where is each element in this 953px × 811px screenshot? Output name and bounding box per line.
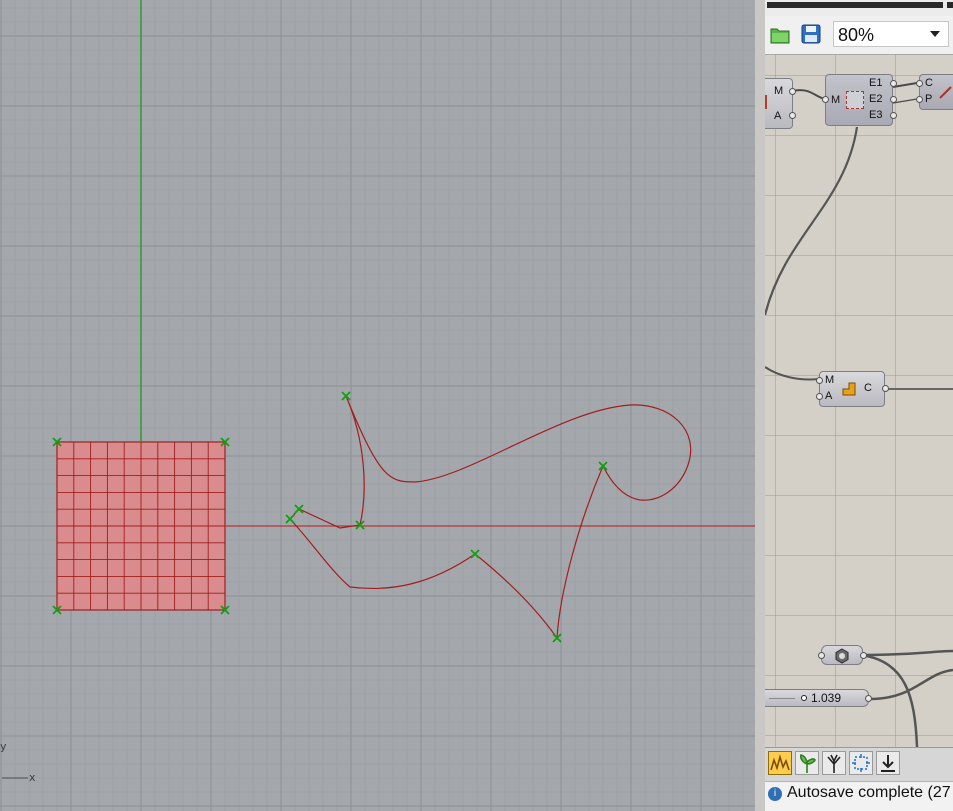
download-icon[interactable] xyxy=(876,751,900,775)
grasshopper-canvas[interactable]: M A M E1 E2 E3 C P M A C 1.039 xyxy=(765,55,953,747)
canvas-toolbar: 80% xyxy=(765,16,953,55)
hexagon-nut-icon xyxy=(835,648,849,664)
input-port-m[interactable]: M xyxy=(831,94,840,106)
error-marker xyxy=(765,95,767,109)
number-slider[interactable]: 1.039 xyxy=(765,689,872,707)
output-port-e2[interactable]: E2 xyxy=(869,93,882,105)
param-component[interactable] xyxy=(818,645,867,665)
output-port-e1[interactable]: E1 xyxy=(869,77,882,89)
component-tabstrip[interactable] xyxy=(765,0,953,16)
control-point-marker[interactable] xyxy=(285,514,295,524)
explode-component[interactable]: M E1 E2 E3 xyxy=(822,74,897,126)
partial-component[interactable]: C P xyxy=(916,74,953,110)
input-grip[interactable] xyxy=(916,96,923,103)
slider-track[interactable] xyxy=(769,698,795,699)
output-port-c[interactable]: C xyxy=(864,382,872,394)
rhino-viewport[interactable]: x y xyxy=(0,0,755,811)
input-port-m[interactable]: M xyxy=(825,374,834,386)
output-grip[interactable] xyxy=(882,385,889,392)
open-folder-icon[interactable] xyxy=(769,23,791,45)
tree-icon[interactable] xyxy=(822,751,846,775)
y-axis-label: y xyxy=(0,740,7,753)
status-bar: i Autosave complete (27 xyxy=(765,781,953,811)
input-grip[interactable] xyxy=(916,80,923,87)
tab-bar[interactable] xyxy=(767,2,943,8)
wand-icon xyxy=(939,86,952,99)
output-port-e3[interactable]: E3 xyxy=(869,109,882,121)
info-icon: i xyxy=(768,787,782,801)
grasshopper-panel: 80% M A M E1 E2 E3 C P M A C 1.039 i Aut… xyxy=(755,0,953,811)
save-disk-icon[interactable] xyxy=(800,23,822,45)
slider-handle[interactable] xyxy=(801,695,807,701)
canvas-footer-toolbar xyxy=(765,747,953,782)
output-grip[interactable] xyxy=(890,112,897,119)
transform-icon[interactable] xyxy=(849,751,873,775)
world-axes-widget: x y xyxy=(0,740,36,784)
viewport-canvas[interactable]: x y xyxy=(0,0,755,811)
output-grip[interactable] xyxy=(865,695,872,702)
explode-icon xyxy=(846,91,864,109)
output-grip[interactable] xyxy=(789,112,796,119)
output-grip[interactable] xyxy=(860,652,867,659)
input-grip[interactable] xyxy=(818,652,825,659)
area-icon xyxy=(842,382,856,396)
zoom-value: 80% xyxy=(838,25,875,45)
planar-surface[interactable] xyxy=(56,441,226,611)
status-text: Autosave complete (27 xyxy=(787,784,951,801)
input-port-a[interactable]: A xyxy=(825,390,832,402)
input-port-m[interactable]: M xyxy=(774,85,783,97)
input-grip[interactable] xyxy=(816,377,823,384)
chevron-down-icon xyxy=(930,31,940,37)
input-port-a[interactable]: A xyxy=(774,110,781,122)
input-port-p[interactable]: P xyxy=(925,93,932,105)
zoom-dropdown[interactable]: 80% xyxy=(833,21,949,47)
input-port-c[interactable]: C xyxy=(925,77,933,89)
sprout-icon[interactable] xyxy=(795,751,819,775)
output-grip[interactable] xyxy=(890,96,897,103)
input-grip[interactable] xyxy=(822,96,829,103)
input-grip[interactable] xyxy=(816,393,823,400)
x-axis-label: x xyxy=(29,771,36,784)
slider-value: 1.039 xyxy=(811,691,842,705)
output-grip[interactable] xyxy=(789,88,796,95)
input-component[interactable]: M A xyxy=(765,78,796,129)
area-component[interactable]: M A C xyxy=(816,371,889,407)
sound-wave-icon[interactable] xyxy=(768,751,792,775)
control-point-marker[interactable] xyxy=(341,391,351,401)
output-grip[interactable] xyxy=(890,80,897,87)
tab-bar-end[interactable] xyxy=(947,2,953,8)
